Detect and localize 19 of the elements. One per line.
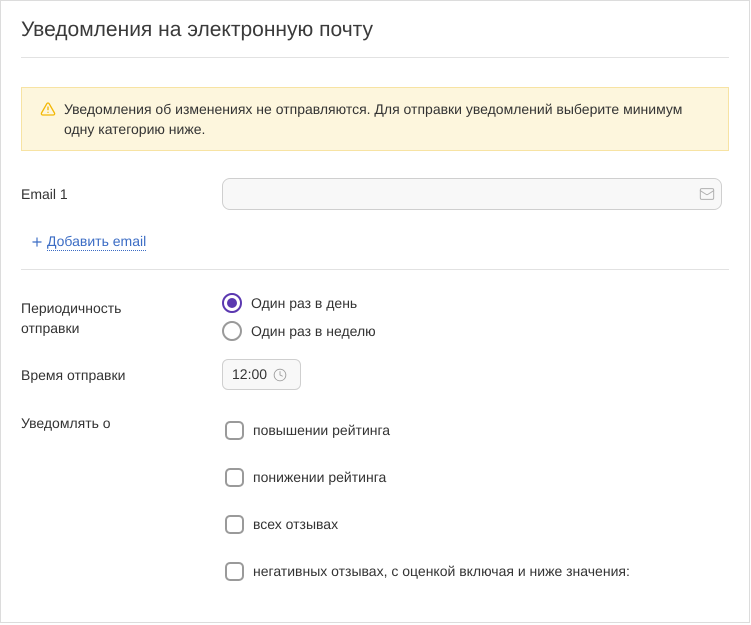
clock-icon <box>273 368 288 382</box>
checkbox-option[interactable]: негативных отзывах, с оценкой включая и ниже значения: <box>225 561 630 581</box>
checkbox-option[interactable]: понижении рейтинга <box>225 467 630 487</box>
add-email-link[interactable]: Добавить email <box>47 232 146 251</box>
mail-icon <box>699 186 715 202</box>
field-label: Периодичность отправки <box>21 299 122 338</box>
time-input[interactable]: 12:00 <box>222 359 301 390</box>
radio-option[interactable]: Один раз в неделю <box>222 317 376 345</box>
field-label: Уведомлять о <box>21 414 112 433</box>
plus-icon <box>30 234 44 248</box>
checkbox-option[interactable]: всех отзывах <box>225 514 630 534</box>
panel-title: Уведомления на электронную почту <box>21 17 374 43</box>
alert-text: Уведомления об изменениях не отправляются. Для отправки уведомлений выберите минимум одну категорию ниже. <box>64 100 684 139</box>
checkbox-option[interactable]: повышении рейтинга <box>225 420 630 440</box>
warning-icon <box>40 101 56 117</box>
field-label: Время отправки <box>21 366 126 384</box>
field-label: Email 1 <box>21 185 69 204</box>
email-input[interactable] <box>222 178 722 210</box>
radio-option[interactable]: Один раз в день <box>222 289 376 317</box>
